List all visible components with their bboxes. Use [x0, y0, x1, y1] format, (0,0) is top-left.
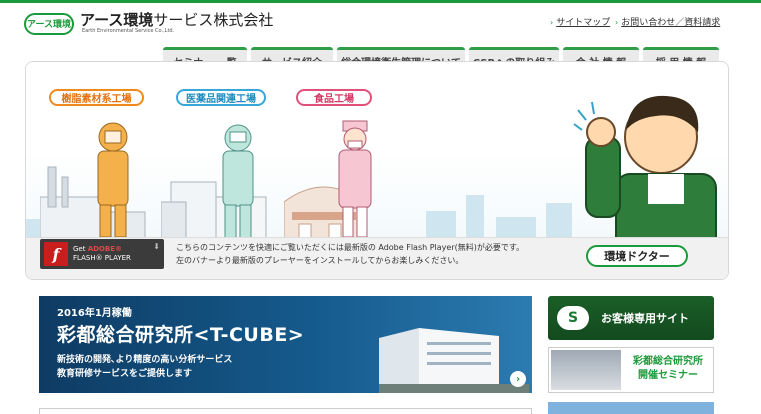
tcube-date: 2016年1月稼働 — [57, 308, 132, 319]
company-name-en: Earth Environmental Service Co.,Ltd. — [82, 28, 175, 34]
skyline-building — [426, 211, 456, 239]
company-mark-icon: S — [557, 306, 589, 330]
arrow-icon: › — [550, 18, 554, 27]
company-logo[interactable]: アース環境 アース環境サービス株式会社 Earth Environmental … — [24, 12, 273, 35]
content-box-partial — [39, 408, 532, 414]
food-factory-label[interactable]: 食品工場 — [296, 89, 372, 106]
worker-cleanroom-suit-illustration — [222, 124, 254, 240]
pharma-factory-label[interactable]: 医薬品関連工場 — [176, 89, 266, 106]
sidebar-banner-partial — [548, 402, 714, 414]
flash-notice-line-1: こちらのコンテンツを快適にご覧いただくには最新版の Adobe Flash Pl… — [176, 243, 525, 252]
flash-notice-line-2: 左のバナーより最新版のプレーヤーをインストールしてからお楽しみください。 — [176, 256, 464, 265]
skyline-building — [496, 217, 536, 239]
customer-site-button[interactable]: S お客様専用サイト — [548, 296, 714, 340]
tcube-title: 彩都総合研究所<T-CUBE> — [57, 324, 305, 346]
next-arrow-icon[interactable]: › — [510, 371, 526, 387]
worker-food-uniform-illustration — [338, 120, 372, 238]
sitemap-link[interactable]: › サイトマップ — [550, 15, 610, 28]
get-flash-player-badge[interactable]: f Get ADOBE® FLASH® PLAYER ⬇ — [40, 239, 164, 269]
environment-doctor-illustration — [573, 95, 717, 262]
contact-link[interactable]: › お問い合わせ／資料請求 — [615, 15, 720, 28]
flash-logo-icon: f — [44, 242, 68, 266]
flash-stage: 樹脂素材系工場 医薬品関連工場 食品工場 f Get ADOBE® FLASH®… — [25, 61, 729, 280]
tcube-banner[interactable]: 2016年1月稼働 彩都総合研究所<T-CUBE> 新技術の開発､より精度の高い… — [39, 296, 532, 393]
tcube-description: 新技術の開発､より精度の高い分析サービス 教育研修サービスをご提供します — [57, 355, 233, 379]
logo-mark: アース環境 — [24, 12, 74, 35]
seminar-room-photo — [551, 350, 621, 390]
environment-doctor-label[interactable]: 環境ドクター — [586, 245, 688, 267]
tcube-building-illustration — [379, 328, 529, 393]
skyline-building — [466, 195, 484, 239]
company-name: アース環境サービス株式会社 — [80, 11, 274, 29]
download-arrow-icon: ⬇ — [153, 242, 160, 251]
top-accent-line — [0, 0, 761, 3]
arrow-icon: › — [615, 18, 619, 27]
seminar-banner[interactable]: 彩都総合研究所 開催セミナー — [548, 347, 714, 393]
worker-orange-suit-illustration — [97, 122, 129, 238]
resin-factory-label[interactable]: 樹脂素材系工場 — [49, 89, 144, 106]
